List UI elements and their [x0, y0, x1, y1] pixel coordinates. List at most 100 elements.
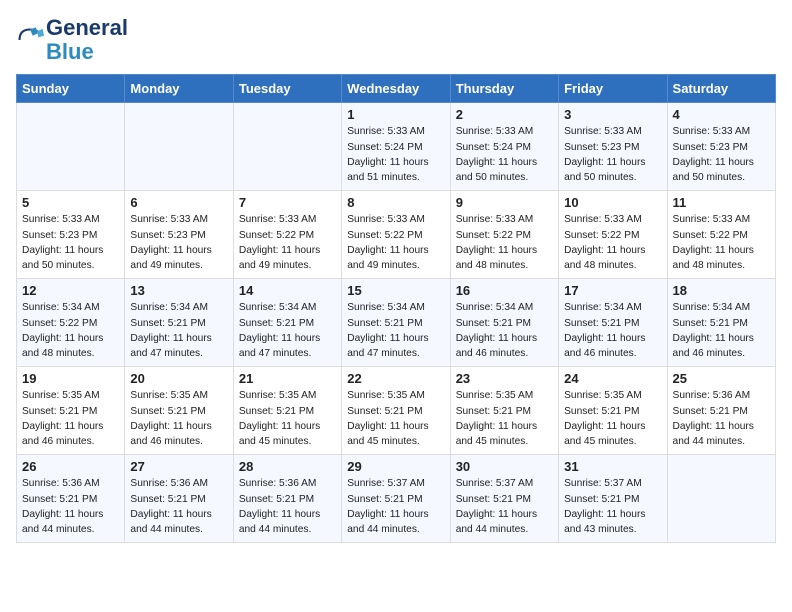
day-info: Sunrise: 5:33 AM Sunset: 5:22 PM Dayligh…: [347, 212, 444, 273]
day-info: Sunrise: 5:35 AM Sunset: 5:21 PM Dayligh…: [130, 388, 227, 449]
calendar-cell: 9 Sunrise: 5:33 AM Sunset: 5:22 PM Daylig…: [450, 191, 558, 279]
day-number: 18: [673, 283, 770, 298]
calendar-cell: 8 Sunrise: 5:33 AM Sunset: 5:22 PM Daylig…: [342, 191, 450, 279]
calendar-cell: 5 Sunrise: 5:33 AM Sunset: 5:23 PM Daylig…: [17, 191, 125, 279]
day-info: Sunrise: 5:34 AM Sunset: 5:21 PM Dayligh…: [564, 300, 661, 361]
day-info: Sunrise: 5:34 AM Sunset: 5:21 PM Dayligh…: [239, 300, 336, 361]
day-number: 23: [456, 371, 553, 386]
calendar-table: SundayMondayTuesdayWednesdayThursdayFrid…: [16, 74, 776, 543]
day-number: 19: [22, 371, 119, 386]
calendar-cell: 11Sunrise: 5:33 AM Sunset: 5:22 PM Dayli…: [667, 191, 775, 279]
weekday-header-thursday: Thursday: [450, 75, 558, 103]
calendar-cell: 3 Sunrise: 5:33 AM Sunset: 5:23 PM Daylig…: [559, 103, 667, 191]
page-header: GeneralBlue: [16, 16, 776, 64]
day-info: Sunrise: 5:33 AM Sunset: 5:23 PM Dayligh…: [22, 212, 119, 273]
calendar-week-1: 1Sunrise: 5:33 AM Sunset: 5:24 PM Daylig…: [17, 103, 776, 191]
day-info: Sunrise: 5:35 AM Sunset: 5:21 PM Dayligh…: [347, 388, 444, 449]
calendar-cell: 4 Sunrise: 5:33 AM Sunset: 5:23 PM Daylig…: [667, 103, 775, 191]
day-number: 14: [239, 283, 336, 298]
day-number: 7: [239, 195, 336, 210]
calendar-cell: 7Sunrise: 5:33 AM Sunset: 5:22 PM Daylig…: [233, 191, 341, 279]
day-info: Sunrise: 5:36 AM Sunset: 5:21 PM Dayligh…: [130, 476, 227, 537]
calendar-cell: 21 Sunrise: 5:35 AM Sunset: 5:21 PM Dayli…: [233, 367, 341, 455]
day-info: Sunrise: 5:34 AM Sunset: 5:21 PM Dayligh…: [130, 300, 227, 361]
day-number: 22: [347, 371, 444, 386]
weekday-header-row: SundayMondayTuesdayWednesdayThursdayFrid…: [17, 75, 776, 103]
calendar-cell: 17 Sunrise: 5:34 AM Sunset: 5:21 PM Dayli…: [559, 279, 667, 367]
calendar-cell: 13 Sunrise: 5:34 AM Sunset: 5:21 PM Dayli…: [125, 279, 233, 367]
calendar-cell: [125, 103, 233, 191]
day-info: Sunrise: 5:36 AM Sunset: 5:21 PM Dayligh…: [239, 476, 336, 537]
day-info: Sunrise: 5:33 AM Sunset: 5:22 PM Dayligh…: [673, 212, 770, 273]
day-number: 15: [347, 283, 444, 298]
day-info: Sunrise: 5:34 AM Sunset: 5:21 PM Dayligh…: [456, 300, 553, 361]
day-number: 26: [22, 459, 119, 474]
calendar-cell: 16 Sunrise: 5:34 AM Sunset: 5:21 PM Dayli…: [450, 279, 558, 367]
day-info: Sunrise: 5:36 AM Sunset: 5:21 PM Dayligh…: [22, 476, 119, 537]
day-number: 28: [239, 459, 336, 474]
day-number: 2: [456, 107, 553, 122]
day-info: Sunrise: 5:35 AM Sunset: 5:21 PM Dayligh…: [456, 388, 553, 449]
day-info: Sunrise: 5:33 AM Sunset: 5:22 PM Dayligh…: [456, 212, 553, 273]
calendar-body: 1Sunrise: 5:33 AM Sunset: 5:24 PM Daylig…: [17, 103, 776, 543]
day-number: 13: [130, 283, 227, 298]
day-number: 8: [347, 195, 444, 210]
day-number: 21: [239, 371, 336, 386]
day-number: 10: [564, 195, 661, 210]
day-number: 16: [456, 283, 553, 298]
logo: GeneralBlue: [16, 16, 128, 64]
calendar-week-2: 5 Sunrise: 5:33 AM Sunset: 5:23 PM Daylig…: [17, 191, 776, 279]
calendar-cell: 29Sunrise: 5:37 AM Sunset: 5:21 PM Dayli…: [342, 455, 450, 543]
calendar-cell: 26 Sunrise: 5:36 AM Sunset: 5:21 PM Dayli…: [17, 455, 125, 543]
calendar-cell: 10Sunrise: 5:33 AM Sunset: 5:22 PM Dayli…: [559, 191, 667, 279]
calendar-cell: 30 Sunrise: 5:37 AM Sunset: 5:21 PM Dayli…: [450, 455, 558, 543]
day-number: 30: [456, 459, 553, 474]
day-number: 5: [22, 195, 119, 210]
calendar-cell: 1Sunrise: 5:33 AM Sunset: 5:24 PM Daylig…: [342, 103, 450, 191]
day-number: 6: [130, 195, 227, 210]
day-number: 12: [22, 283, 119, 298]
day-info: Sunrise: 5:35 AM Sunset: 5:21 PM Dayligh…: [239, 388, 336, 449]
day-number: 3: [564, 107, 661, 122]
day-info: Sunrise: 5:33 AM Sunset: 5:23 PM Dayligh…: [673, 124, 770, 185]
calendar-header: SundayMondayTuesdayWednesdayThursdayFrid…: [17, 75, 776, 103]
calendar-cell: 12Sunrise: 5:34 AM Sunset: 5:22 PM Dayli…: [17, 279, 125, 367]
day-number: 17: [564, 283, 661, 298]
calendar-cell: 15 Sunrise: 5:34 AM Sunset: 5:21 PM Dayli…: [342, 279, 450, 367]
calendar-cell: 2 Sunrise: 5:33 AM Sunset: 5:24 PM Daylig…: [450, 103, 558, 191]
day-info: Sunrise: 5:34 AM Sunset: 5:21 PM Dayligh…: [347, 300, 444, 361]
day-info: Sunrise: 5:36 AM Sunset: 5:21 PM Dayligh…: [673, 388, 770, 449]
calendar-cell: 25 Sunrise: 5:36 AM Sunset: 5:21 PM Dayli…: [667, 367, 775, 455]
calendar-cell: 27Sunrise: 5:36 AM Sunset: 5:21 PM Dayli…: [125, 455, 233, 543]
day-info: Sunrise: 5:35 AM Sunset: 5:21 PM Dayligh…: [564, 388, 661, 449]
calendar-cell: 23 Sunrise: 5:35 AM Sunset: 5:21 PM Dayli…: [450, 367, 558, 455]
weekday-header-saturday: Saturday: [667, 75, 775, 103]
logo-icon: [16, 26, 44, 54]
calendar-cell: [667, 455, 775, 543]
weekday-header-wednesday: Wednesday: [342, 75, 450, 103]
day-number: 24: [564, 371, 661, 386]
calendar-cell: 31 Sunrise: 5:37 AM Sunset: 5:21 PM Dayli…: [559, 455, 667, 543]
logo-blue-text: Blue: [46, 39, 94, 64]
calendar-cell: 22 Sunrise: 5:35 AM Sunset: 5:21 PM Dayli…: [342, 367, 450, 455]
weekday-header-tuesday: Tuesday: [233, 75, 341, 103]
day-info: Sunrise: 5:37 AM Sunset: 5:21 PM Dayligh…: [564, 476, 661, 537]
weekday-header-friday: Friday: [559, 75, 667, 103]
day-number: 20: [130, 371, 227, 386]
day-number: 9: [456, 195, 553, 210]
weekday-header-sunday: Sunday: [17, 75, 125, 103]
calendar-cell: [17, 103, 125, 191]
calendar-cell: 19 Sunrise: 5:35 AM Sunset: 5:21 PM Dayli…: [17, 367, 125, 455]
calendar-week-5: 26 Sunrise: 5:36 AM Sunset: 5:21 PM Dayli…: [17, 455, 776, 543]
calendar-cell: [233, 103, 341, 191]
day-number: 25: [673, 371, 770, 386]
day-number: 31: [564, 459, 661, 474]
calendar-week-4: 19 Sunrise: 5:35 AM Sunset: 5:21 PM Dayli…: [17, 367, 776, 455]
day-info: Sunrise: 5:35 AM Sunset: 5:21 PM Dayligh…: [22, 388, 119, 449]
day-info: Sunrise: 5:37 AM Sunset: 5:21 PM Dayligh…: [456, 476, 553, 537]
day-number: 4: [673, 107, 770, 122]
calendar-cell: 28 Sunrise: 5:36 AM Sunset: 5:21 PM Dayli…: [233, 455, 341, 543]
day-info: Sunrise: 5:37 AM Sunset: 5:21 PM Dayligh…: [347, 476, 444, 537]
day-info: Sunrise: 5:33 AM Sunset: 5:24 PM Dayligh…: [456, 124, 553, 185]
day-info: Sunrise: 5:33 AM Sunset: 5:23 PM Dayligh…: [564, 124, 661, 185]
